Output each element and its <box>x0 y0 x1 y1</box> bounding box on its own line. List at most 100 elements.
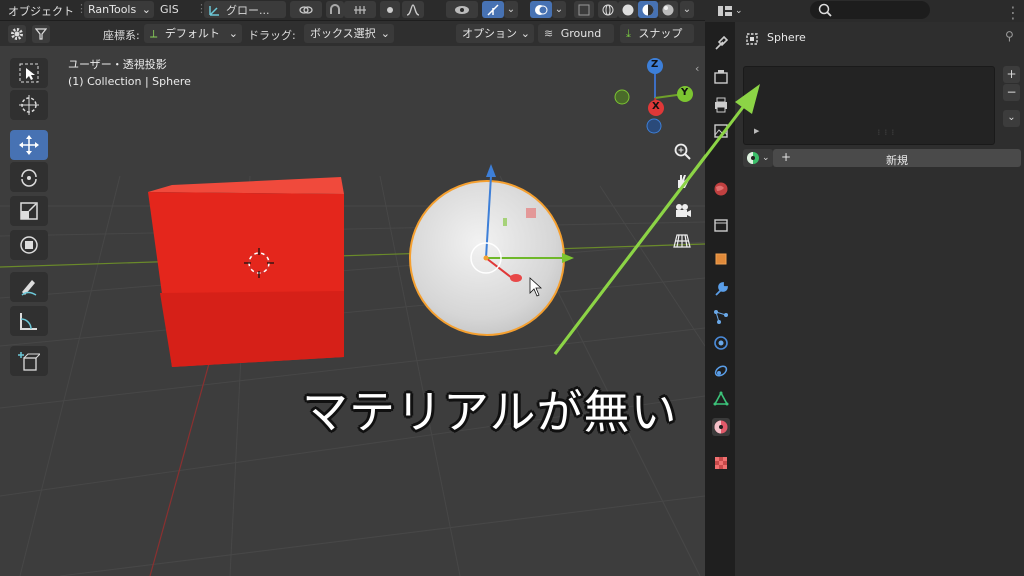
add-slot-button[interactable]: + <box>1003 66 1020 83</box>
rotate-tool[interactable] <box>10 162 48 192</box>
gizmo-toggle[interactable] <box>482 1 504 18</box>
select-box-tool[interactable] <box>10 58 48 88</box>
gizmo-icon <box>487 3 499 16</box>
add-cube-icon <box>18 352 40 371</box>
magnet-icon <box>330 3 340 14</box>
search-input[interactable] <box>810 1 930 19</box>
proportional-edit-toggle[interactable] <box>380 1 400 18</box>
expand-triangle-icon[interactable]: ▶ <box>754 127 759 135</box>
drag-label: ドラッグ: <box>248 29 296 42</box>
wireframe-shading[interactable] <box>598 1 618 18</box>
solid-shading[interactable] <box>618 1 638 18</box>
scale-tool[interactable] <box>10 196 48 226</box>
mode-menu[interactable]: オブジェクト <box>8 3 74 19</box>
drag-mode-dropdown[interactable]: ボックス選択 ⌄ <box>304 24 394 43</box>
coord-system-dropdown[interactable]: ⟂ デフォルト ⌄ <box>144 24 242 43</box>
zoom-button[interactable] <box>669 138 695 164</box>
ruler-icon <box>20 313 37 330</box>
cursor-tool[interactable] <box>10 90 48 120</box>
editor-type-dropdown[interactable]: ⌄ <box>717 2 745 20</box>
collapse-arrow-icon[interactable]: ‹ <box>695 62 699 75</box>
filter-button[interactable] <box>32 25 50 43</box>
gis-menu[interactable]: GIS <box>160 3 179 16</box>
options-dropdown[interactable]: オプション ⌄ <box>456 24 534 43</box>
move-tool[interactable] <box>10 130 48 160</box>
new-material-button[interactable]: + 新規 <box>773 149 1021 167</box>
tab-world[interactable] <box>712 180 730 198</box>
overlay-dropdown[interactable]: ⌄ <box>552 1 566 18</box>
tab-render[interactable] <box>712 68 730 86</box>
tab-collection[interactable] <box>712 216 730 234</box>
pin-icon[interactable]: ⚲ <box>1005 29 1014 43</box>
tab-output[interactable] <box>712 96 730 114</box>
rantools-dropdown[interactable]: RanTools ⌄ <box>84 1 154 18</box>
scene-canvas[interactable] <box>0 46 705 576</box>
pan-button[interactable] <box>669 168 695 194</box>
tab-material[interactable] <box>712 418 730 436</box>
ground-button[interactable]: ≋ Ground <box>538 24 614 43</box>
rantools-label: RanTools <box>88 3 137 16</box>
resize-grip-icon[interactable]: ⋮⋮⋮ <box>876 129 897 136</box>
chevron-down-icon: ⌄ <box>141 3 151 16</box>
overlay-toggle[interactable] <box>530 1 552 18</box>
options-dots-icon[interactable]: ⋮ <box>1005 3 1021 22</box>
waves-icon: ≋ <box>544 27 554 40</box>
orientation-icon <box>209 5 219 16</box>
tab-physics[interactable] <box>712 334 730 352</box>
add-cube-tool[interactable] <box>10 346 48 376</box>
browse-material-dropdown[interactable]: ⌄ <box>743 149 773 167</box>
annotation-caption: マテリアルが無い <box>302 385 678 439</box>
tool-settings-button[interactable] <box>8 25 26 43</box>
material-preview-shading[interactable] <box>638 1 658 18</box>
rotate-icon <box>21 169 37 187</box>
xray-toggle[interactable] <box>574 1 594 18</box>
ortho-toggle-button[interactable] <box>669 228 695 254</box>
transform-orientation-dropdown[interactable]: グロー... <box>204 1 286 18</box>
snap-target-dropdown[interactable] <box>344 1 376 18</box>
eye-icon <box>455 5 469 14</box>
z-axis-label: Z <box>651 59 659 70</box>
3d-viewport[interactable]: ユーザー・透視投影 (1) Collection | Sphere Z Y X … <box>0 46 705 576</box>
slot-specials-menu[interactable]: ⌄ <box>1003 110 1020 127</box>
chevron-down-icon: ⌄ <box>682 4 692 15</box>
camera-view-button[interactable] <box>669 198 695 224</box>
material-slot-list[interactable]: ▶ ⋮⋮⋮ <box>743 66 995 145</box>
pivot-dropdown[interactable] <box>290 1 322 18</box>
select-box-icon <box>19 63 39 83</box>
wireframe-sphere-icon <box>602 4 614 15</box>
snap-button[interactable]: ⤓ スナップ <box>620 24 694 43</box>
tab-modifiers[interactable] <box>712 280 730 298</box>
measure-tool[interactable] <box>10 306 48 336</box>
tab-particles[interactable] <box>712 308 730 326</box>
navigation-gizmo[interactable]: Z Y X <box>610 56 700 136</box>
tab-texture[interactable] <box>712 454 730 472</box>
cube-object[interactable] <box>148 177 344 367</box>
snap-toggle[interactable] <box>326 1 344 18</box>
ground-label: Ground <box>560 27 602 40</box>
y-axis-label: Y <box>681 87 689 98</box>
pencil-icon <box>21 280 37 296</box>
overlay-icon <box>535 4 548 15</box>
tab-view-layer[interactable] <box>712 122 730 140</box>
remove-slot-button[interactable]: − <box>1003 84 1020 101</box>
image-icon <box>714 124 728 138</box>
annotate-tool[interactable] <box>10 272 48 302</box>
gear-icon <box>11 28 23 40</box>
tab-tool[interactable] <box>712 34 730 52</box>
mesh-triangle-icon <box>713 391 729 406</box>
tab-constraints[interactable] <box>712 362 730 380</box>
move-arrows-icon <box>19 135 39 155</box>
transform-tool[interactable] <box>10 230 48 260</box>
shading-dropdown[interactable]: ⌄ <box>680 1 694 18</box>
tab-data[interactable] <box>712 390 730 408</box>
checker-texture-icon <box>715 457 727 469</box>
options-label: オプション <box>462 27 517 40</box>
gizmo-dropdown[interactable]: ⌄ <box>504 1 518 18</box>
visibility-dropdown[interactable] <box>446 1 478 18</box>
rendered-shading[interactable] <box>658 1 678 18</box>
material-sphere-icon <box>714 420 728 434</box>
falloff-dropdown[interactable] <box>402 1 424 18</box>
x-axis-label: X <box>652 101 660 112</box>
tool-header: 座標系: ⟂ デフォルト ⌄ ドラッグ: ボックス選択 ⌄ オプション ⌄ ≋ … <box>0 21 705 46</box>
tab-object[interactable] <box>712 250 730 268</box>
